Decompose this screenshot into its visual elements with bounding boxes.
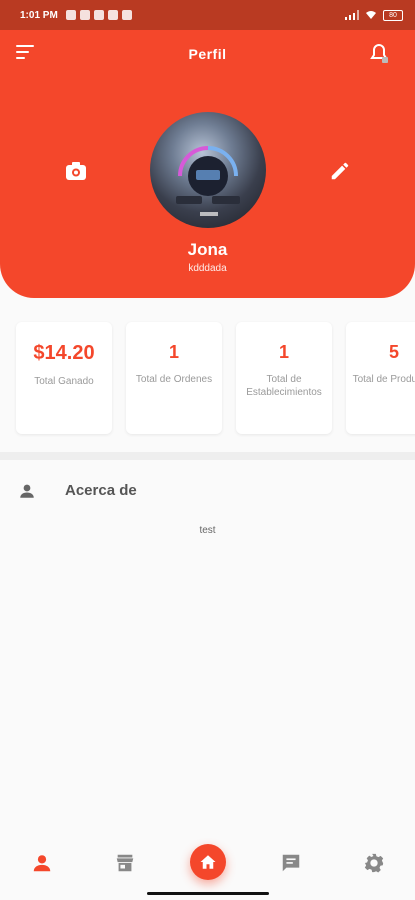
edit-icon[interactable] [329,160,351,182]
stat-value: $14.20 [33,342,95,364]
stat-value: 1 [278,342,289,362]
notification-icon [121,10,132,20]
nav-settings-gear-icon[interactable] [362,852,386,874]
stat-card-earned: $14.20 Total Ganado [16,322,112,434]
wifi-icon [366,11,376,19]
notification-icon [107,10,118,20]
nav-home-button[interactable] [190,844,226,880]
home-indicator [147,892,269,895]
section-divider [0,452,415,460]
stats-row[interactable]: $14.20 Total Ganado 1 Total de Ordenes 1… [0,318,415,438]
stat-card-products: 5 Total de Productos [346,322,415,434]
battery-icon: 80 [383,9,403,21]
avatar[interactable] [150,112,266,228]
profile-name: Jona [187,240,228,259]
signal-icon [345,10,359,20]
nav-store-icon[interactable] [113,852,137,874]
about-title: Acerca de [65,482,137,499]
notification-icon [79,10,90,20]
stat-card-orders: 1 Total de Ordenes [126,322,222,434]
bottom-navigation [0,830,415,900]
about-text: test [199,525,216,536]
nav-chat-icon[interactable] [279,852,303,874]
home-icon [200,855,216,869]
about-section-header: Acerca de [0,470,415,510]
bell-icon[interactable] [367,42,391,66]
notification-icons [65,10,132,20]
stat-label: Total de Establecimientos [246,374,322,398]
notification-icon [93,10,104,20]
notification-icon [65,10,76,20]
profile-header: Perfil Jona kdddada [0,30,415,298]
page-title: Perfil [188,46,227,62]
stat-value: 5 [388,342,399,362]
camera-icon[interactable] [64,160,88,182]
stat-label: Total Ganado [34,376,94,387]
stat-label: Total de Ordenes [135,374,213,385]
status-time: 1:01 PM [20,9,58,21]
stat-label: Total de Productos [352,374,415,385]
person-icon [20,484,34,498]
stat-value: 1 [168,342,179,362]
profile-handle: kdddada [188,263,227,274]
stat-card-establishments: 1 Total de Establecimientos [236,322,332,434]
nav-profile-person-icon[interactable] [30,852,54,874]
avatar-photo [176,146,240,216]
status-bar: 1:01 PM 80 [0,0,415,30]
